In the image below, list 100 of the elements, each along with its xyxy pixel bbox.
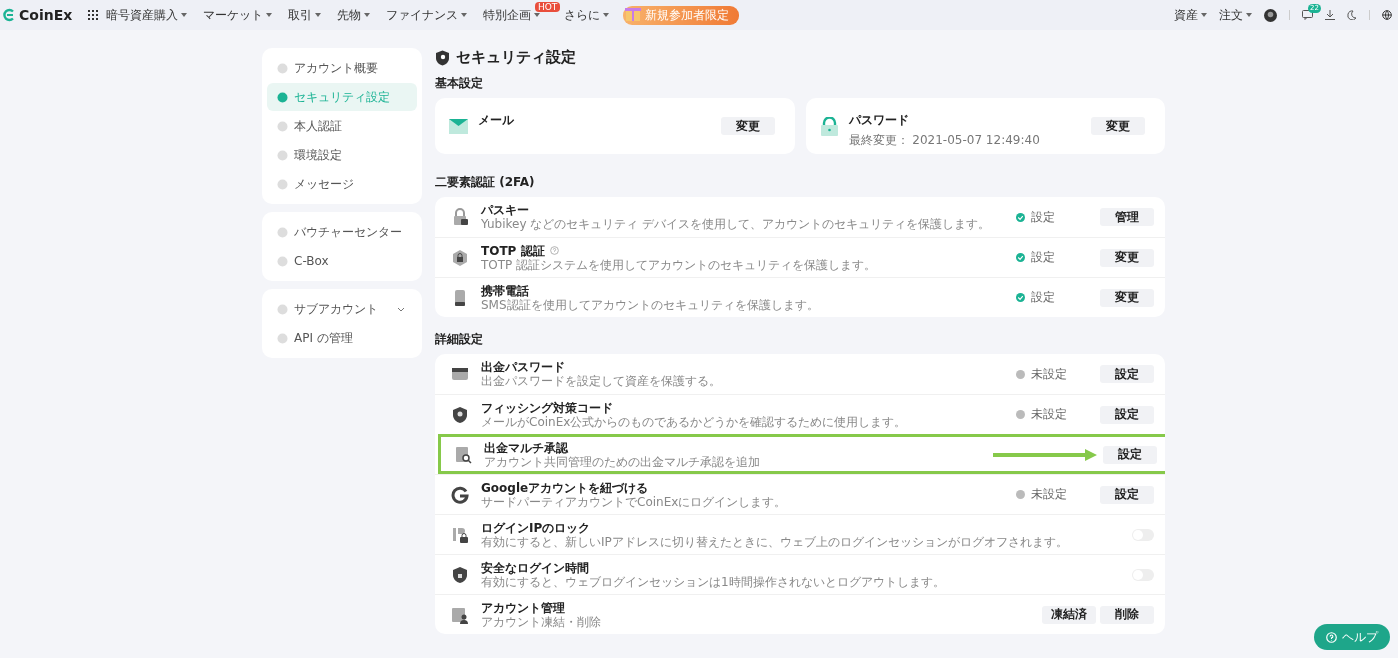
row-button[interactable]: 凍結済 [1042, 605, 1096, 624]
avatar-icon[interactable] [1264, 8, 1277, 22]
section-heading: 詳細設定 [435, 331, 484, 348]
setting-description: メールがCoinEx公式からのものであるかどうかを確認するために使用します。 [481, 414, 908, 429]
setting-title: フィッシング対策コード [481, 400, 613, 415]
google-g-icon [451, 485, 469, 504]
setting-title: Googleアカウントを紐づける [481, 480, 649, 495]
moon-icon[interactable] [1347, 10, 1357, 20]
menu-item-icon [277, 120, 288, 132]
document-search-icon [454, 445, 472, 464]
padlock-icon [451, 208, 469, 226]
row-button[interactable]: 変更 [1100, 288, 1154, 307]
nav-menu[interactable]: さらに [564, 6, 601, 24]
setting-description: アカウント共同管理のための出金マルチ承認を追加 [484, 454, 761, 469]
logo-text[interactable]: CoinEx [19, 7, 73, 23]
nav-menu[interactable]: 特別企画 [483, 6, 532, 24]
status-text: 未設定 [1031, 406, 1067, 423]
caret-icon [266, 13, 273, 17]
row-button[interactable]: 変更 [1100, 248, 1154, 267]
menu-item-icon [277, 149, 288, 161]
row-button[interactable]: 管理 [1100, 208, 1154, 226]
setting-title: 安全なログイン時間 [481, 560, 589, 575]
setting-description: サードパーティアカウントでCoinExにログインします。 [481, 494, 788, 509]
download-icon[interactable] [1325, 10, 1335, 20]
person-card-icon [451, 605, 469, 624]
caret-icon [603, 13, 610, 17]
nav-menu[interactable]: 先物 [337, 6, 362, 24]
nav-menu[interactable]: マーケット [203, 6, 264, 24]
section-heading: 二要素認証 (2FA) [435, 174, 536, 191]
padlock-icon [819, 116, 839, 136]
setting-title: ログインIPのロック [481, 520, 591, 535]
status-text: 設定 [1031, 249, 1055, 266]
setting-title: 出金マルチ承認 [484, 440, 568, 455]
menu-item-icon [277, 332, 288, 344]
setting-description: 有効にすると、ウェブログインセッションは1時間操作されないとログアウトします。 [481, 574, 946, 589]
caret-icon [364, 13, 371, 17]
caret-icon [461, 13, 468, 17]
globe-icon[interactable] [1382, 10, 1392, 20]
sidebar-item[interactable]: アカウント概要 [267, 54, 417, 82]
sidebar-item[interactable]: バウチャーセンター [267, 218, 417, 246]
sidebar-item[interactable]: 環境設定 [267, 141, 417, 169]
page-title: セキュリティ設定 [456, 48, 576, 67]
menu-item-icon [277, 303, 288, 315]
setting-description: TOTP 認証システムを使用してアカウントのセキュリティを保護します。 [481, 257, 878, 272]
row-button[interactable]: 削除 [1100, 605, 1154, 624]
menu-item-icon [277, 255, 288, 267]
shield-lock-icon [451, 565, 469, 584]
status-text: 未設定 [1031, 365, 1067, 383]
menu-item-icon [277, 62, 288, 74]
change-button[interactable]: 変更 [1091, 117, 1145, 135]
row-button[interactable]: 設定 [1100, 365, 1154, 383]
envelope-icon [449, 118, 468, 134]
hot-badge: HOT [534, 1, 561, 12]
shield-icon [435, 49, 450, 66]
card-title: メール [478, 112, 515, 129]
sidebar-item[interactable]: C-Box [267, 247, 417, 275]
nav-menu[interactable]: ファイナンス [386, 6, 459, 24]
row-button[interactable]: 設定 [1103, 445, 1157, 464]
nav-menu[interactable]: 資産 [1174, 6, 1198, 24]
setting-description: アカウント凍結・削除 [481, 614, 602, 629]
logo-icon [2, 8, 16, 22]
setting-title: 出金パスワード [481, 360, 565, 374]
sidebar-item[interactable]: サブアカウント [267, 295, 417, 323]
apps-grid-icon[interactable] [88, 10, 99, 20]
setting-description: Yubikey などのセキュリティ デバイスを使用して、アカウントのセキュリティを保護します。 [481, 217, 992, 231]
row-button[interactable]: 設定 [1100, 405, 1154, 424]
sidebar-item[interactable]: API の管理 [267, 324, 417, 352]
caret-icon [1246, 13, 1252, 17]
sidebar-item[interactable]: 本人認証 [267, 112, 417, 140]
status-text: 設定 [1031, 208, 1055, 226]
row-button[interactable]: 設定 [1100, 485, 1154, 504]
question-icon [1326, 631, 1337, 643]
chevron-icon[interactable] [397, 306, 405, 312]
setting-title: アカウント管理 [481, 600, 565, 615]
caret-icon [181, 13, 188, 17]
ip-lock-icon [451, 525, 469, 544]
status-text: 未設定 [1031, 486, 1067, 503]
nav-menu[interactable]: 注文 [1219, 6, 1243, 24]
card-icon [451, 365, 469, 383]
shield-icon [451, 405, 469, 424]
caret-icon [1201, 13, 1207, 17]
setting-description: SMS認証を使用してアカウントのセキュリティを保護します。 [481, 297, 820, 312]
nav-menu[interactable]: 暗号資産購入 [106, 6, 179, 24]
status-text: 設定 [1031, 289, 1055, 306]
nav-menu[interactable]: 取引 [288, 6, 313, 24]
chat-icon[interactable] [1302, 10, 1313, 20]
section-heading: 基本設定 [435, 75, 484, 92]
sidebar-item[interactable]: メッセージ [267, 170, 417, 198]
setting-description: 出金パスワードを設定して資産を保護する。 [481, 374, 722, 388]
card-title: パスワード [848, 112, 910, 129]
caret-icon [315, 13, 322, 17]
setting-description: 有効にすると、新しいIPアドレスに切り替えたときに、ウェブ上のログインセッションがログオフされます。 [481, 534, 1069, 549]
setting-title: TOTP 認証 [481, 243, 545, 258]
menu-item-icon [277, 178, 288, 190]
menu-item-icon [277, 226, 288, 238]
change-button[interactable]: 変更 [720, 117, 775, 135]
menu-item-icon [277, 91, 288, 103]
hexagon-lock-icon [451, 248, 469, 267]
last-changed-text: 最終変更： 2021-05-07 12:49:40 [848, 132, 1041, 149]
setting-title: 携帯電話 [481, 283, 529, 298]
